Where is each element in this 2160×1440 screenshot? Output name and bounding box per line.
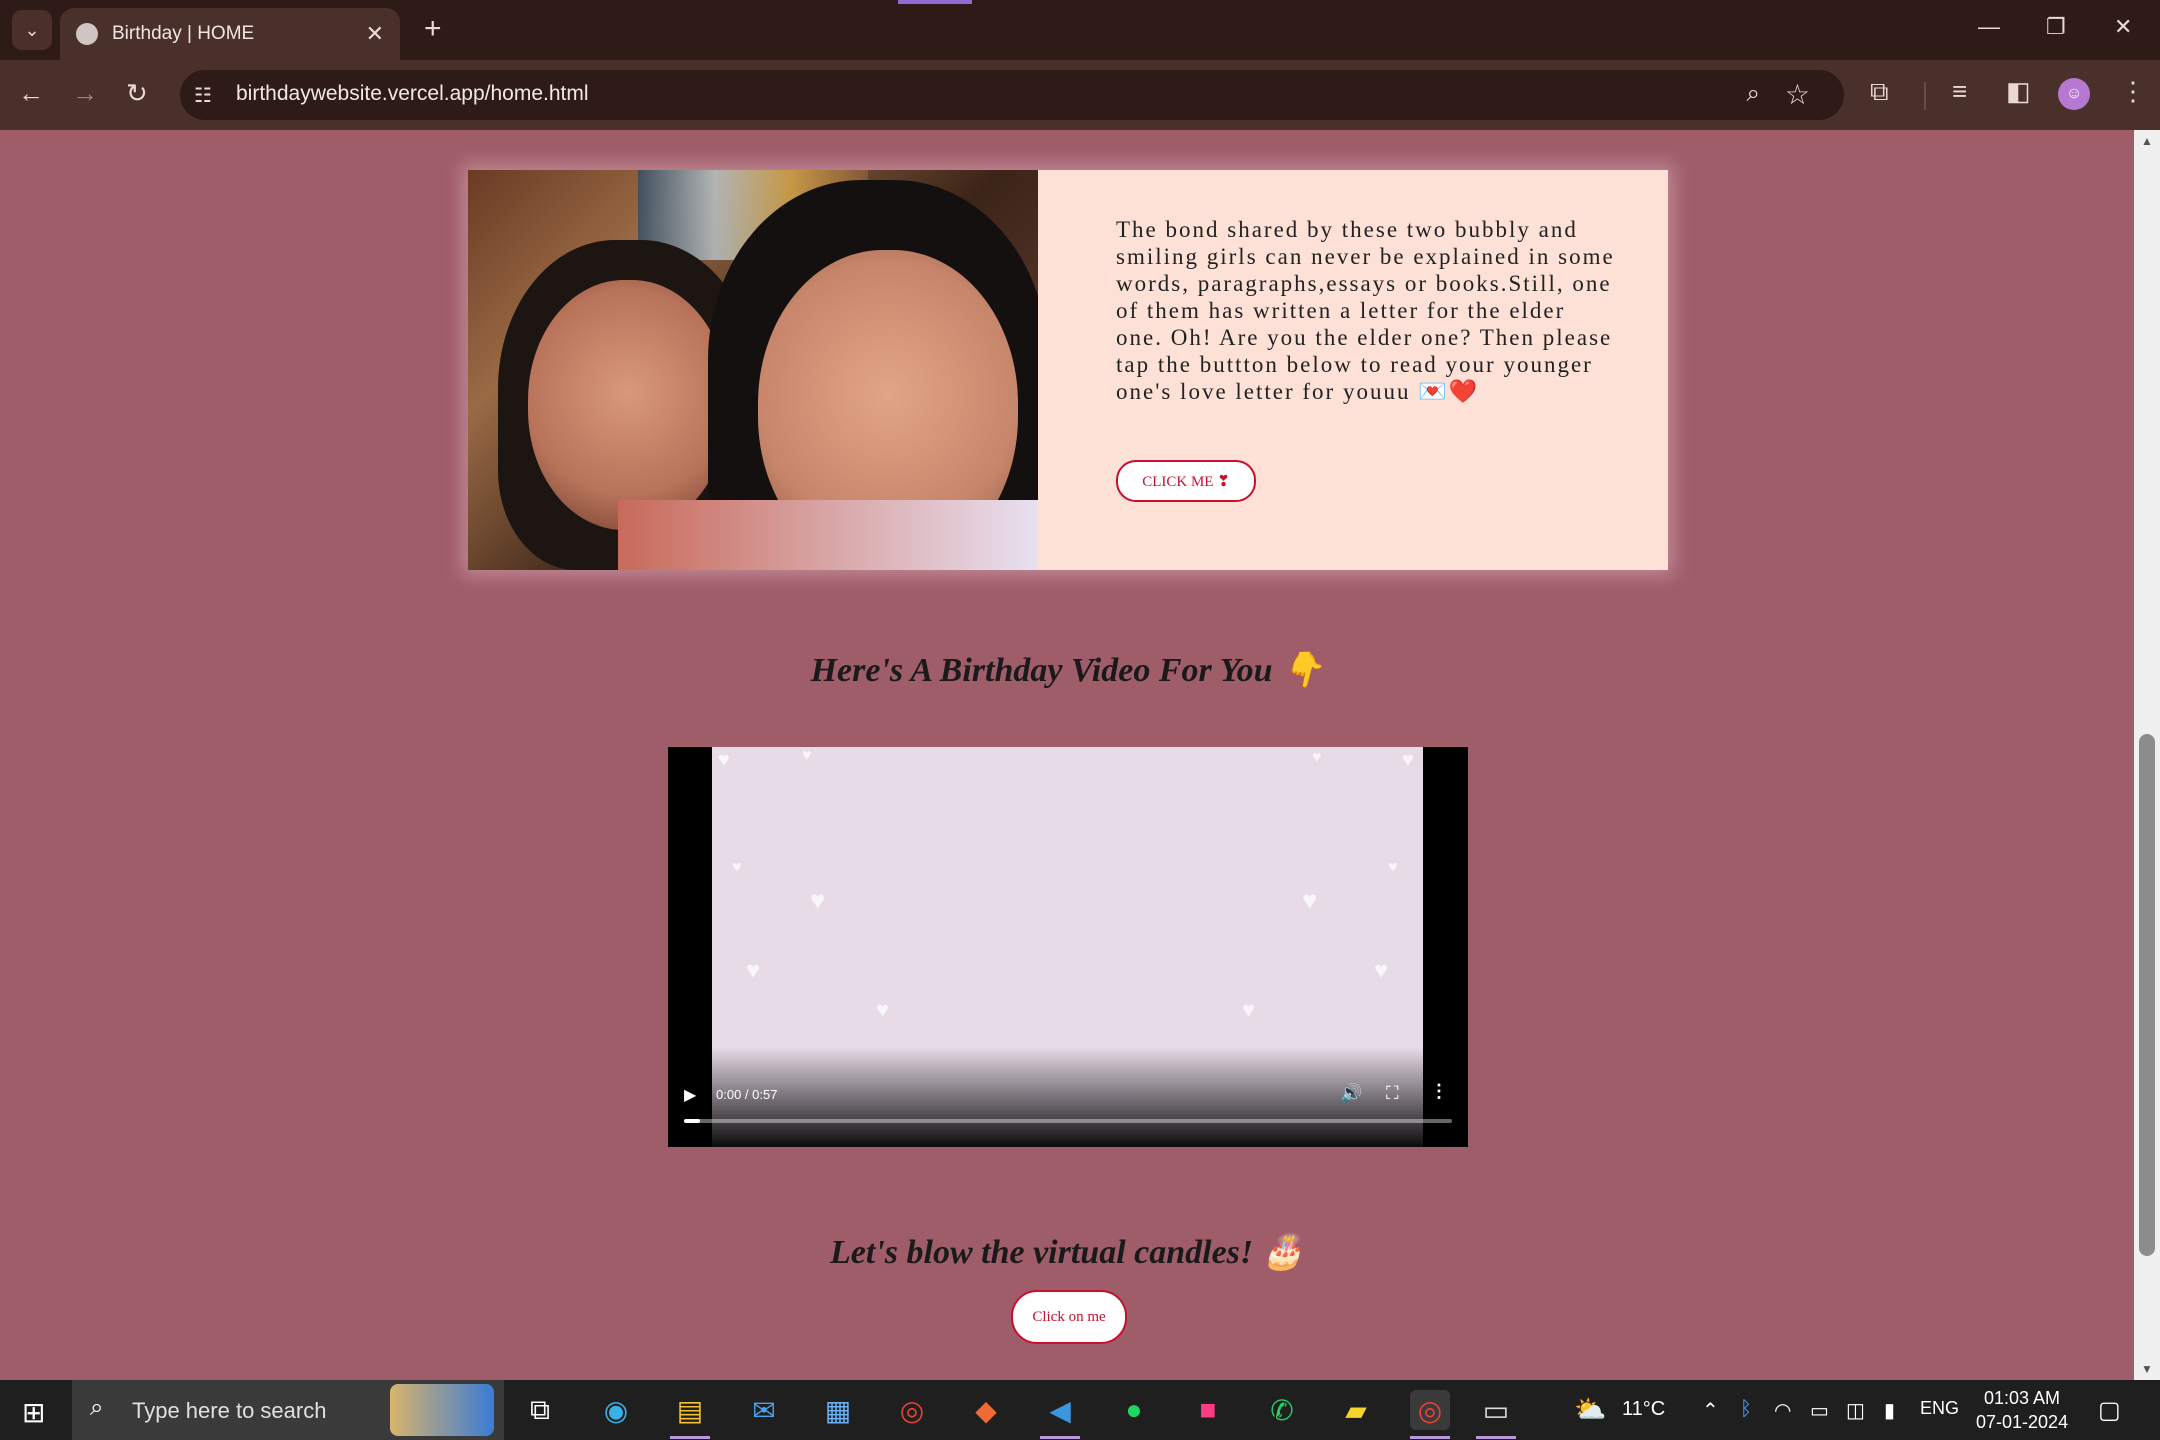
bluetooth-icon[interactable]: ᛒ (1740, 1398, 1752, 1421)
file-explorer-icon[interactable]: ▤ (670, 1390, 710, 1430)
minimize-button[interactable]: — (1978, 14, 2000, 40)
menu-kebab-icon[interactable]: ⋮ (2120, 76, 2146, 107)
temperature[interactable]: 11°C (1622, 1398, 1665, 1421)
tab-birthday-home[interactable]: Birthday | HOME ✕ (60, 8, 400, 60)
video-time: 0:00 / 0:57 (716, 1087, 778, 1102)
camera-icon[interactable]: ◫ (1846, 1398, 1865, 1423)
more-options-icon[interactable]: ⋮ (1430, 1081, 1448, 1102)
letter-description: The bond shared by these two bubbly and … (1116, 217, 1615, 404)
chrome-icon[interactable]: ◎ (892, 1390, 932, 1430)
taskbar-search-box[interactable]: ⌕ Type here to search (72, 1380, 504, 1440)
weather-icon[interactable]: ⛅ (1574, 1394, 1606, 1425)
task-view-icon[interactable]: ⧉ (520, 1390, 560, 1430)
close-window-button[interactable]: ✕ (2114, 14, 2132, 40)
loading-indicator (898, 0, 972, 4)
scroll-thumb[interactable] (2139, 734, 2155, 1256)
page-scrollbar[interactable]: ▲ ▼ (2134, 130, 2160, 1380)
fullscreen-icon[interactable]: ⛶ (1386, 1083, 1399, 1104)
click-me-button[interactable]: CLICK ME ❣ (1116, 460, 1256, 502)
edge-icon[interactable]: ◉ (596, 1390, 636, 1430)
browser-toolbar: ← → ↻ ☷ birthdaywebsite.vercel.app/home.… (0, 60, 2160, 130)
search-highlight-image (390, 1384, 494, 1436)
brave-icon[interactable]: ◆ (966, 1390, 1006, 1430)
extensions-icon[interactable]: ⧉ (1870, 76, 1889, 108)
intellij-icon[interactable]: ■ (1188, 1390, 1228, 1430)
volume-icon[interactable]: 🔊 (1340, 1083, 1362, 1104)
notifications-icon[interactable]: ▢ (2098, 1396, 2121, 1425)
profile-avatar[interactable]: ☺ (2058, 78, 2090, 110)
globe-icon (76, 23, 98, 45)
clock-time: 01:03 AM (1984, 1388, 2061, 1408)
click-on-me-button[interactable]: Click on me (1011, 1290, 1127, 1344)
zoom-icon[interactable]: ⌕ (1747, 80, 1760, 108)
spotify-icon[interactable]: ● (1114, 1390, 1154, 1430)
sisters-photo (468, 170, 1038, 570)
sticky-notes-icon[interactable]: ▰ (1336, 1390, 1376, 1430)
reload-button[interactable]: ↻ (126, 78, 148, 109)
restore-button[interactable]: ❐ (2046, 14, 2066, 40)
candles-heading: Let's blow the virtual candles! 🎂 (830, 1234, 1304, 1271)
new-tab-button[interactable]: + (424, 12, 442, 46)
scroll-up-arrow-icon[interactable]: ▲ (2141, 134, 2153, 148)
language-indicator[interactable]: ENG (1920, 1398, 1959, 1419)
taskbar-search-placeholder: Type here to search (132, 1398, 327, 1423)
clock-date: 07-01-2024 (1976, 1412, 2069, 1432)
page-viewport: The bond shared by these two bubbly and … (0, 130, 2134, 1380)
media-controls-icon[interactable]: ≡ (1952, 76, 1967, 107)
play-icon[interactable]: ▶ (684, 1085, 696, 1105)
back-button[interactable]: ← (18, 78, 44, 109)
side-panel-icon[interactable]: ◧ (2006, 76, 2031, 107)
letter-card: The bond shared by these two bubbly and … (468, 170, 1668, 570)
address-bar[interactable]: ☷ birthdaywebsite.vercel.app/home.html ⌕… (180, 70, 1844, 120)
wifi-icon[interactable]: ◠ (1774, 1398, 1791, 1423)
mail-icon[interactable]: ✉ (744, 1390, 784, 1430)
windows-taskbar: ⊞ ⌕ Type here to search ⧉ ◉ ▤ ✉ ▦ ◎ ◆ ◀ … (0, 1380, 2160, 1440)
forward-button[interactable]: → (72, 78, 98, 109)
tab-title: Birthday | HOME (112, 23, 255, 44)
chevron-down-icon: ⌄ (24, 19, 40, 40)
tab-strip: ⌄ Birthday | HOME ✕ + — ❐ ✕ (0, 0, 2160, 60)
whatsapp-icon[interactable]: ✆ (1262, 1390, 1302, 1430)
video-progress-fill (684, 1119, 700, 1123)
chrome-profile-icon[interactable]: ◎ (1410, 1390, 1450, 1430)
system-clock[interactable]: 01:03 AM 07-01-2024 (1976, 1386, 2068, 1434)
tab-search-button[interactable]: ⌄ (12, 10, 52, 50)
video-heading: Here's A Birthday Video For You 👇 (810, 652, 1324, 689)
scroll-down-arrow-icon[interactable]: ▼ (2141, 1362, 2153, 1376)
windows-start-icon[interactable]: ⊞ (22, 1396, 45, 1429)
vscode-icon[interactable]: ◀ (1040, 1390, 1080, 1430)
bookmark-star-icon[interactable]: ☆ (1785, 78, 1810, 111)
birthday-video-player[interactable]: ♥ ♥ ♥ ♥ ♥ ♥ ♥ ♥ ♥ ♥ ♥ ♥ ▶ 0:00 / 0:57 🔊 … (668, 747, 1468, 1147)
microphone-icon[interactable]: ▮ (1884, 1398, 1895, 1423)
site-settings-icon[interactable]: ☷ (194, 83, 218, 107)
url-text[interactable]: birthdaywebsite.vercel.app/home.html (236, 82, 589, 106)
search-icon: ⌕ (90, 1394, 104, 1421)
toolbar-divider (1924, 82, 1926, 110)
video-progress-bar[interactable] (684, 1119, 1452, 1123)
show-hidden-icons-chevron-icon[interactable]: ⌃ (1702, 1398, 1719, 1423)
battery-icon[interactable]: ▭ (1810, 1398, 1829, 1423)
terminal-icon[interactable]: ▭ (1476, 1390, 1516, 1430)
close-tab-icon[interactable]: ✕ (366, 21, 384, 47)
store-icon[interactable]: ▦ (818, 1390, 858, 1430)
